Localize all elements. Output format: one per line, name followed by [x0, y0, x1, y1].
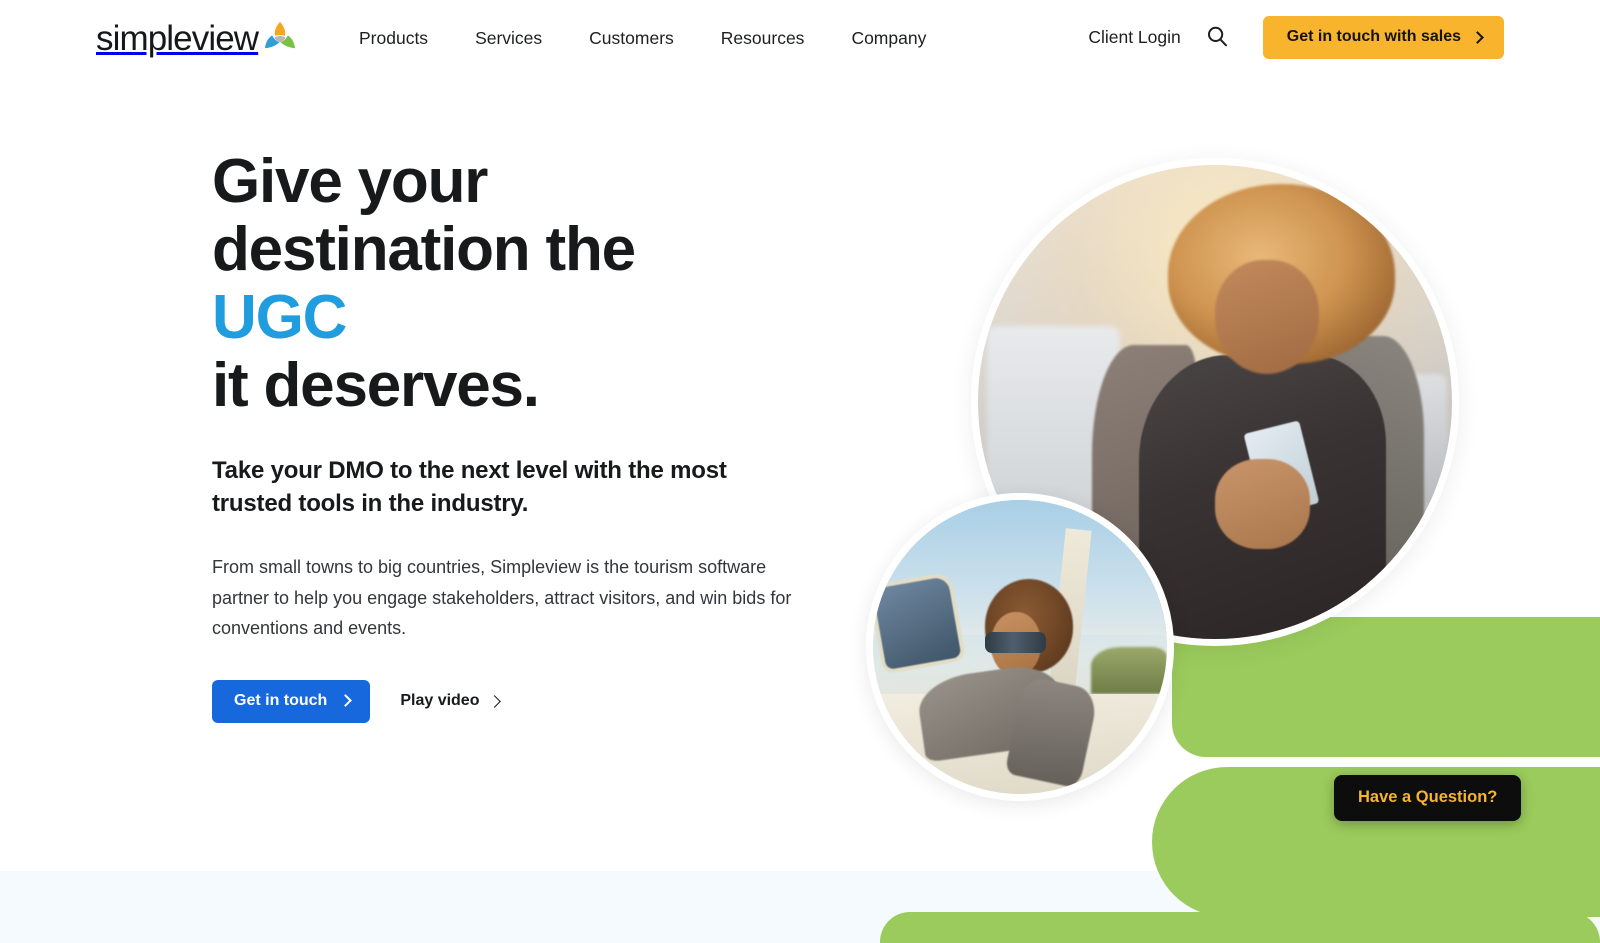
get-in-touch-button[interactable]: Get in touch [212, 679, 371, 723]
hero-cta-row: Get in touch Play video [212, 679, 832, 723]
headline-line-4: it deserves. [212, 351, 540, 420]
logo-wordmark: simpleview [96, 19, 259, 58]
chevron-right-icon [339, 694, 353, 707]
nav-item-customers[interactable]: Customers [589, 28, 674, 49]
search-button[interactable] [1203, 24, 1231, 52]
lower-section-band [0, 871, 1600, 943]
header-actions: Client Login Get in touch with sales [1088, 16, 1504, 59]
simpleview-triskelion-logo-icon [262, 20, 298, 56]
play-video-link[interactable]: Play video [400, 692, 502, 710]
nav-item-company[interactable]: Company [851, 28, 926, 49]
headline-line-2: destination the [212, 215, 636, 284]
headline-accent-ugc: UGC [212, 283, 347, 352]
have-a-question-chat-button[interactable]: Have a Question? [1334, 775, 1522, 821]
chevron-right-icon [488, 694, 502, 708]
client-login-link[interactable]: Client Login [1088, 27, 1180, 48]
play-video-label: Play video [400, 692, 480, 709]
sales-button-label: Get in touch with sales [1286, 28, 1461, 45]
hero-subheadline: Take your DMO to the next level with the… [212, 457, 727, 517]
woman-leaning-out-of-car-window-photo [866, 493, 1174, 801]
page-root: simpleview Products Services Customers R… [0, 0, 1600, 943]
get-in-touch-with-sales-button[interactable]: Get in touch with sales [1262, 16, 1504, 59]
logo-link[interactable]: simpleview [96, 20, 298, 56]
nav-item-resources[interactable]: Resources [721, 28, 805, 49]
search-icon [1206, 25, 1228, 50]
nav-item-services[interactable]: Services [475, 28, 542, 49]
chat-widget-label: Have a Question? [1358, 788, 1498, 806]
nav-item-products[interactable]: Products [359, 28, 428, 49]
site-header: simpleview Products Services Customers R… [0, 0, 1600, 78]
hero-body-copy: From small towns to big countries, Simpl… [212, 557, 792, 638]
chevron-right-icon [1471, 30, 1484, 44]
get-in-touch-label: Get in touch [234, 691, 328, 709]
headline-line-1: Give your [212, 147, 488, 216]
main-navigation: Products Services Customers Resources Co… [359, 28, 926, 49]
page-title: Give your destination the UGC it deserve… [212, 148, 832, 420]
hero-content: Give your destination the UGC it deserve… [212, 148, 832, 723]
